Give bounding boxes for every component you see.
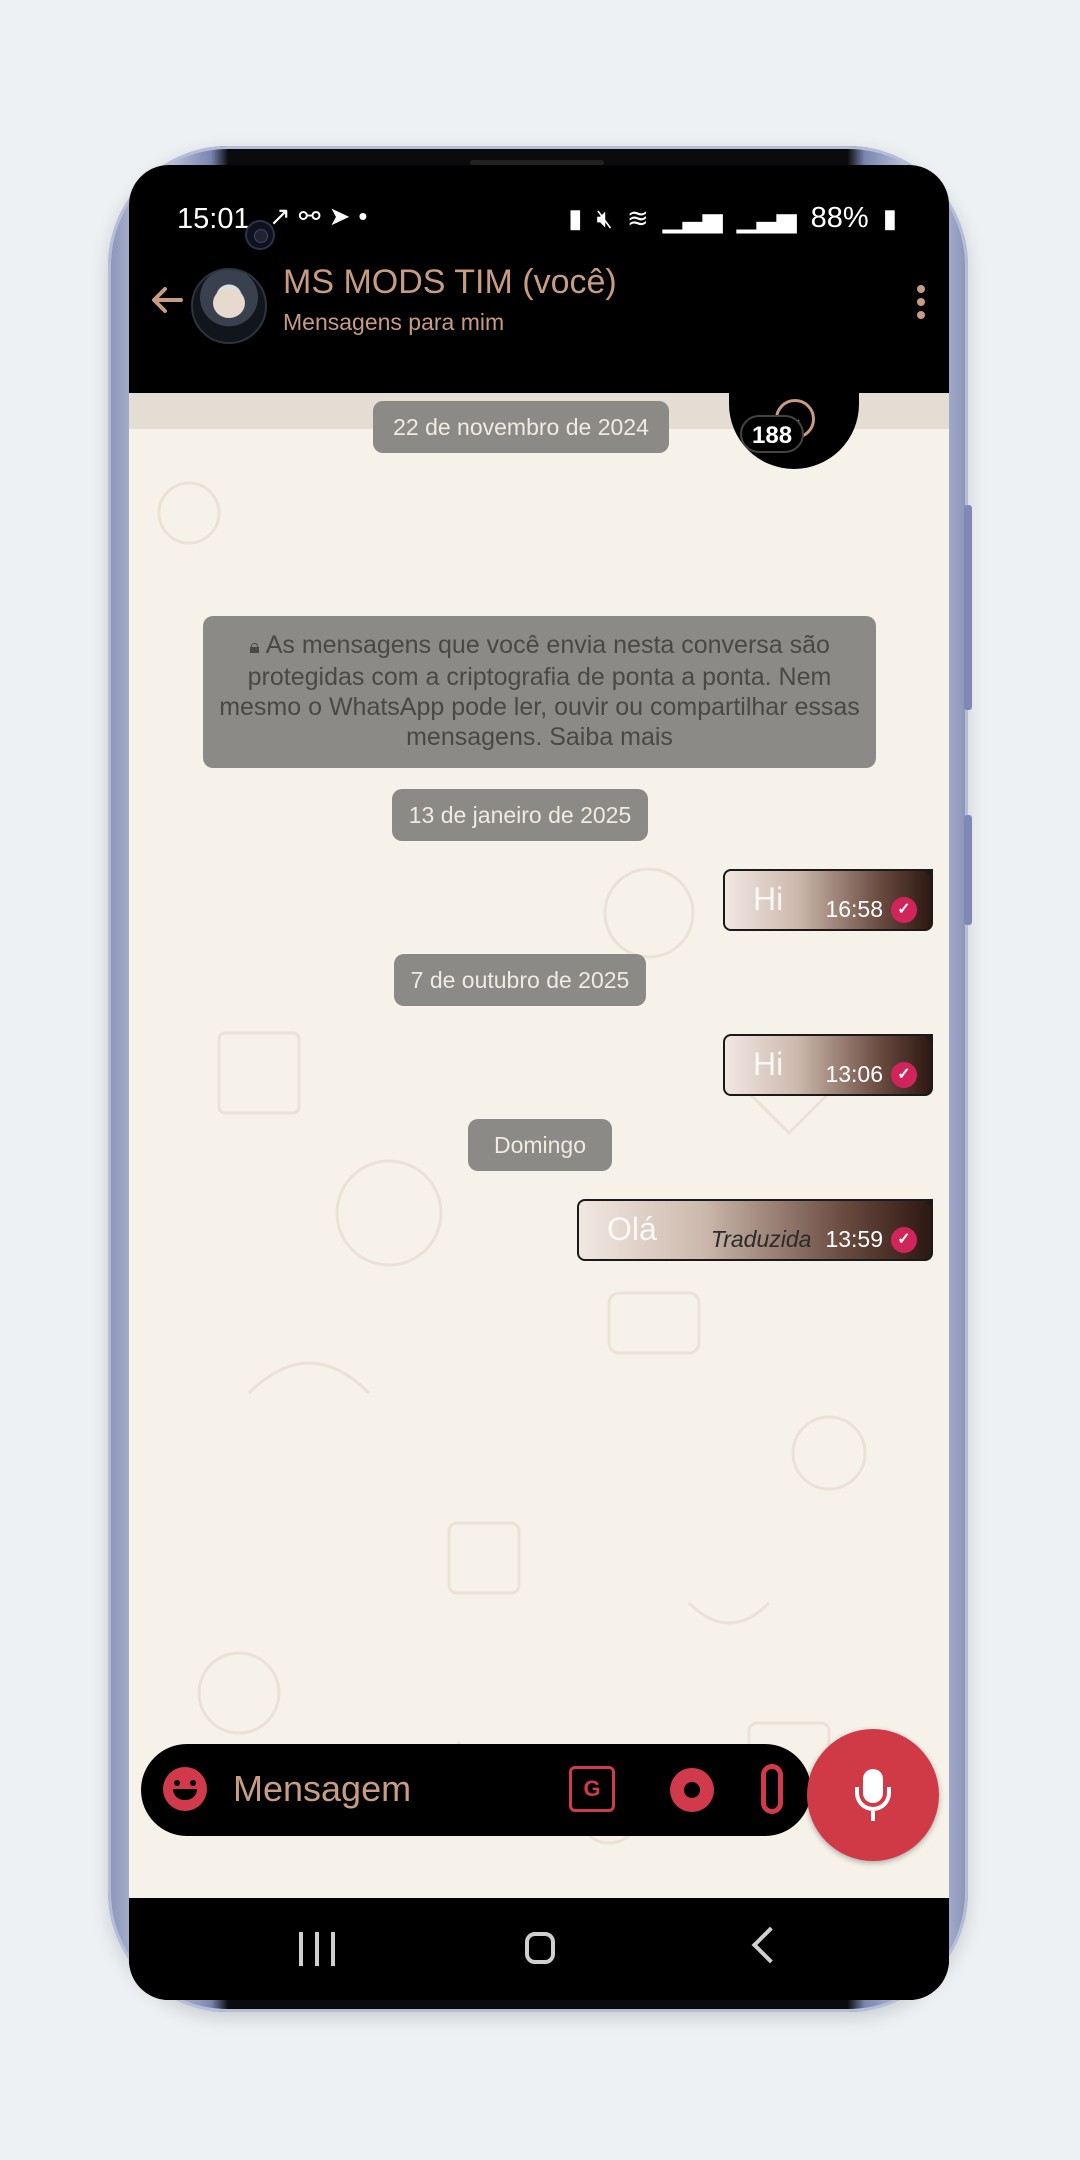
bubble-tail bbox=[923, 869, 933, 879]
message-time: 13:59 bbox=[825, 1226, 883, 1252]
back-icon[interactable] bbox=[751, 1926, 789, 1964]
message-meta: 16:58 ✓ bbox=[825, 896, 917, 923]
notification-icons: ↗⚯➤• bbox=[269, 201, 376, 232]
translated-label: Traduzida bbox=[710, 1226, 812, 1252]
battery-percent: 88% bbox=[810, 202, 869, 234]
signal-icon: ▁▃▅ bbox=[736, 203, 797, 233]
chat-area[interactable]: ⌄ 188 22 de novembro de 2024 🔒︎As mensag… bbox=[129, 393, 949, 1898]
camera-icon[interactable] bbox=[670, 1768, 714, 1812]
phone-power-button bbox=[964, 815, 972, 925]
emoji-icon[interactable] bbox=[163, 1767, 207, 1811]
message-meta: Traduzida 13:59 ✓ bbox=[711, 1226, 917, 1253]
date-separator: Domingo bbox=[468, 1119, 612, 1171]
mute-icon: 🔇︎ bbox=[596, 202, 613, 233]
message-text: Olá bbox=[607, 1211, 657, 1247]
message-time: 13:06 bbox=[825, 1061, 883, 1087]
date-separator: 22 de novembro de 2024 bbox=[373, 401, 669, 453]
bubble-tail bbox=[923, 1199, 933, 1209]
back-arrow-icon[interactable] bbox=[147, 280, 187, 320]
recents-icon[interactable] bbox=[299, 1932, 335, 1966]
message-text: Hi bbox=[753, 1046, 784, 1082]
avatar-face bbox=[213, 288, 245, 318]
chat-title[interactable]: MS MODS TIM (você) bbox=[283, 263, 617, 302]
message-bubble-outgoing[interactable]: Olá Traduzida 13:59 ✓ bbox=[577, 1199, 933, 1261]
date-separator: 13 de janeiro de 2025 bbox=[392, 789, 648, 841]
more-options-icon[interactable] bbox=[917, 285, 927, 325]
date-separator: 7 de outubro de 2025 bbox=[394, 954, 646, 1006]
chat-subtitle[interactable]: Mensagens para mim bbox=[283, 309, 504, 336]
encryption-notice[interactable]: 🔒︎ As mensagens que você envia nesta conv… bbox=[203, 616, 876, 768]
message-input[interactable]: Mensagem bbox=[233, 1768, 411, 1810]
read-check-icon: ✓ bbox=[891, 1061, 917, 1088]
wifi-icon: ≋ bbox=[626, 203, 649, 233]
battery-icon: ▮ bbox=[882, 203, 897, 233]
link-icon: ⚯ bbox=[298, 201, 329, 231]
message-meta: 13:06 ✓ bbox=[825, 1061, 917, 1088]
mic-button[interactable] bbox=[807, 1729, 939, 1861]
avatar[interactable] bbox=[191, 268, 267, 344]
translate-icon[interactable]: G bbox=[569, 1766, 615, 1812]
system-icons: ▮ 🔇︎ ≋ ▁▃▅ ▁▃▅ 88% ▮ bbox=[568, 202, 897, 235]
attach-icon[interactable] bbox=[761, 1764, 783, 1814]
battery-saver-icon: ▮ bbox=[568, 203, 583, 233]
call-icon: ↗ bbox=[269, 201, 299, 231]
dot-icon: • bbox=[358, 201, 376, 231]
bubble-tail bbox=[923, 1034, 933, 1044]
message-bubble-outgoing[interactable]: Hi 13:06 ✓ bbox=[723, 1034, 933, 1096]
home-icon[interactable] bbox=[525, 1932, 555, 1964]
read-check-icon: ✓ bbox=[891, 896, 917, 923]
message-time: 16:58 bbox=[825, 896, 883, 922]
phone-volume-button bbox=[964, 505, 972, 710]
telegram-icon: ➤ bbox=[328, 201, 359, 231]
unread-count-badge: 188 bbox=[740, 415, 805, 453]
encryption-text: As mensagens que você envia nesta conver… bbox=[219, 631, 860, 751]
phone-screen: 15:01 ↗⚯➤• ▮ 🔇︎ ≋ ▁▃▅ ▁▃▅ 88% ▮ MS MODS … bbox=[129, 165, 949, 2000]
status-time: 15:01 bbox=[177, 203, 250, 235]
lock-icon: 🔒︎ bbox=[249, 636, 260, 658]
message-text: Hi bbox=[753, 881, 784, 917]
signal-icon: ▁▃▅ bbox=[662, 203, 723, 233]
status-bar: 15:01 ↗⚯➤• ▮ 🔇︎ ≋ ▁▃▅ ▁▃▅ 88% ▮ bbox=[129, 165, 949, 275]
read-check-icon: ✓ bbox=[891, 1226, 917, 1253]
message-input-bar: Mensagem G bbox=[141, 1744, 811, 1836]
system-nav-bar bbox=[129, 1900, 949, 2000]
message-bubble-outgoing[interactable]: Hi 16:58 ✓ bbox=[723, 869, 933, 931]
